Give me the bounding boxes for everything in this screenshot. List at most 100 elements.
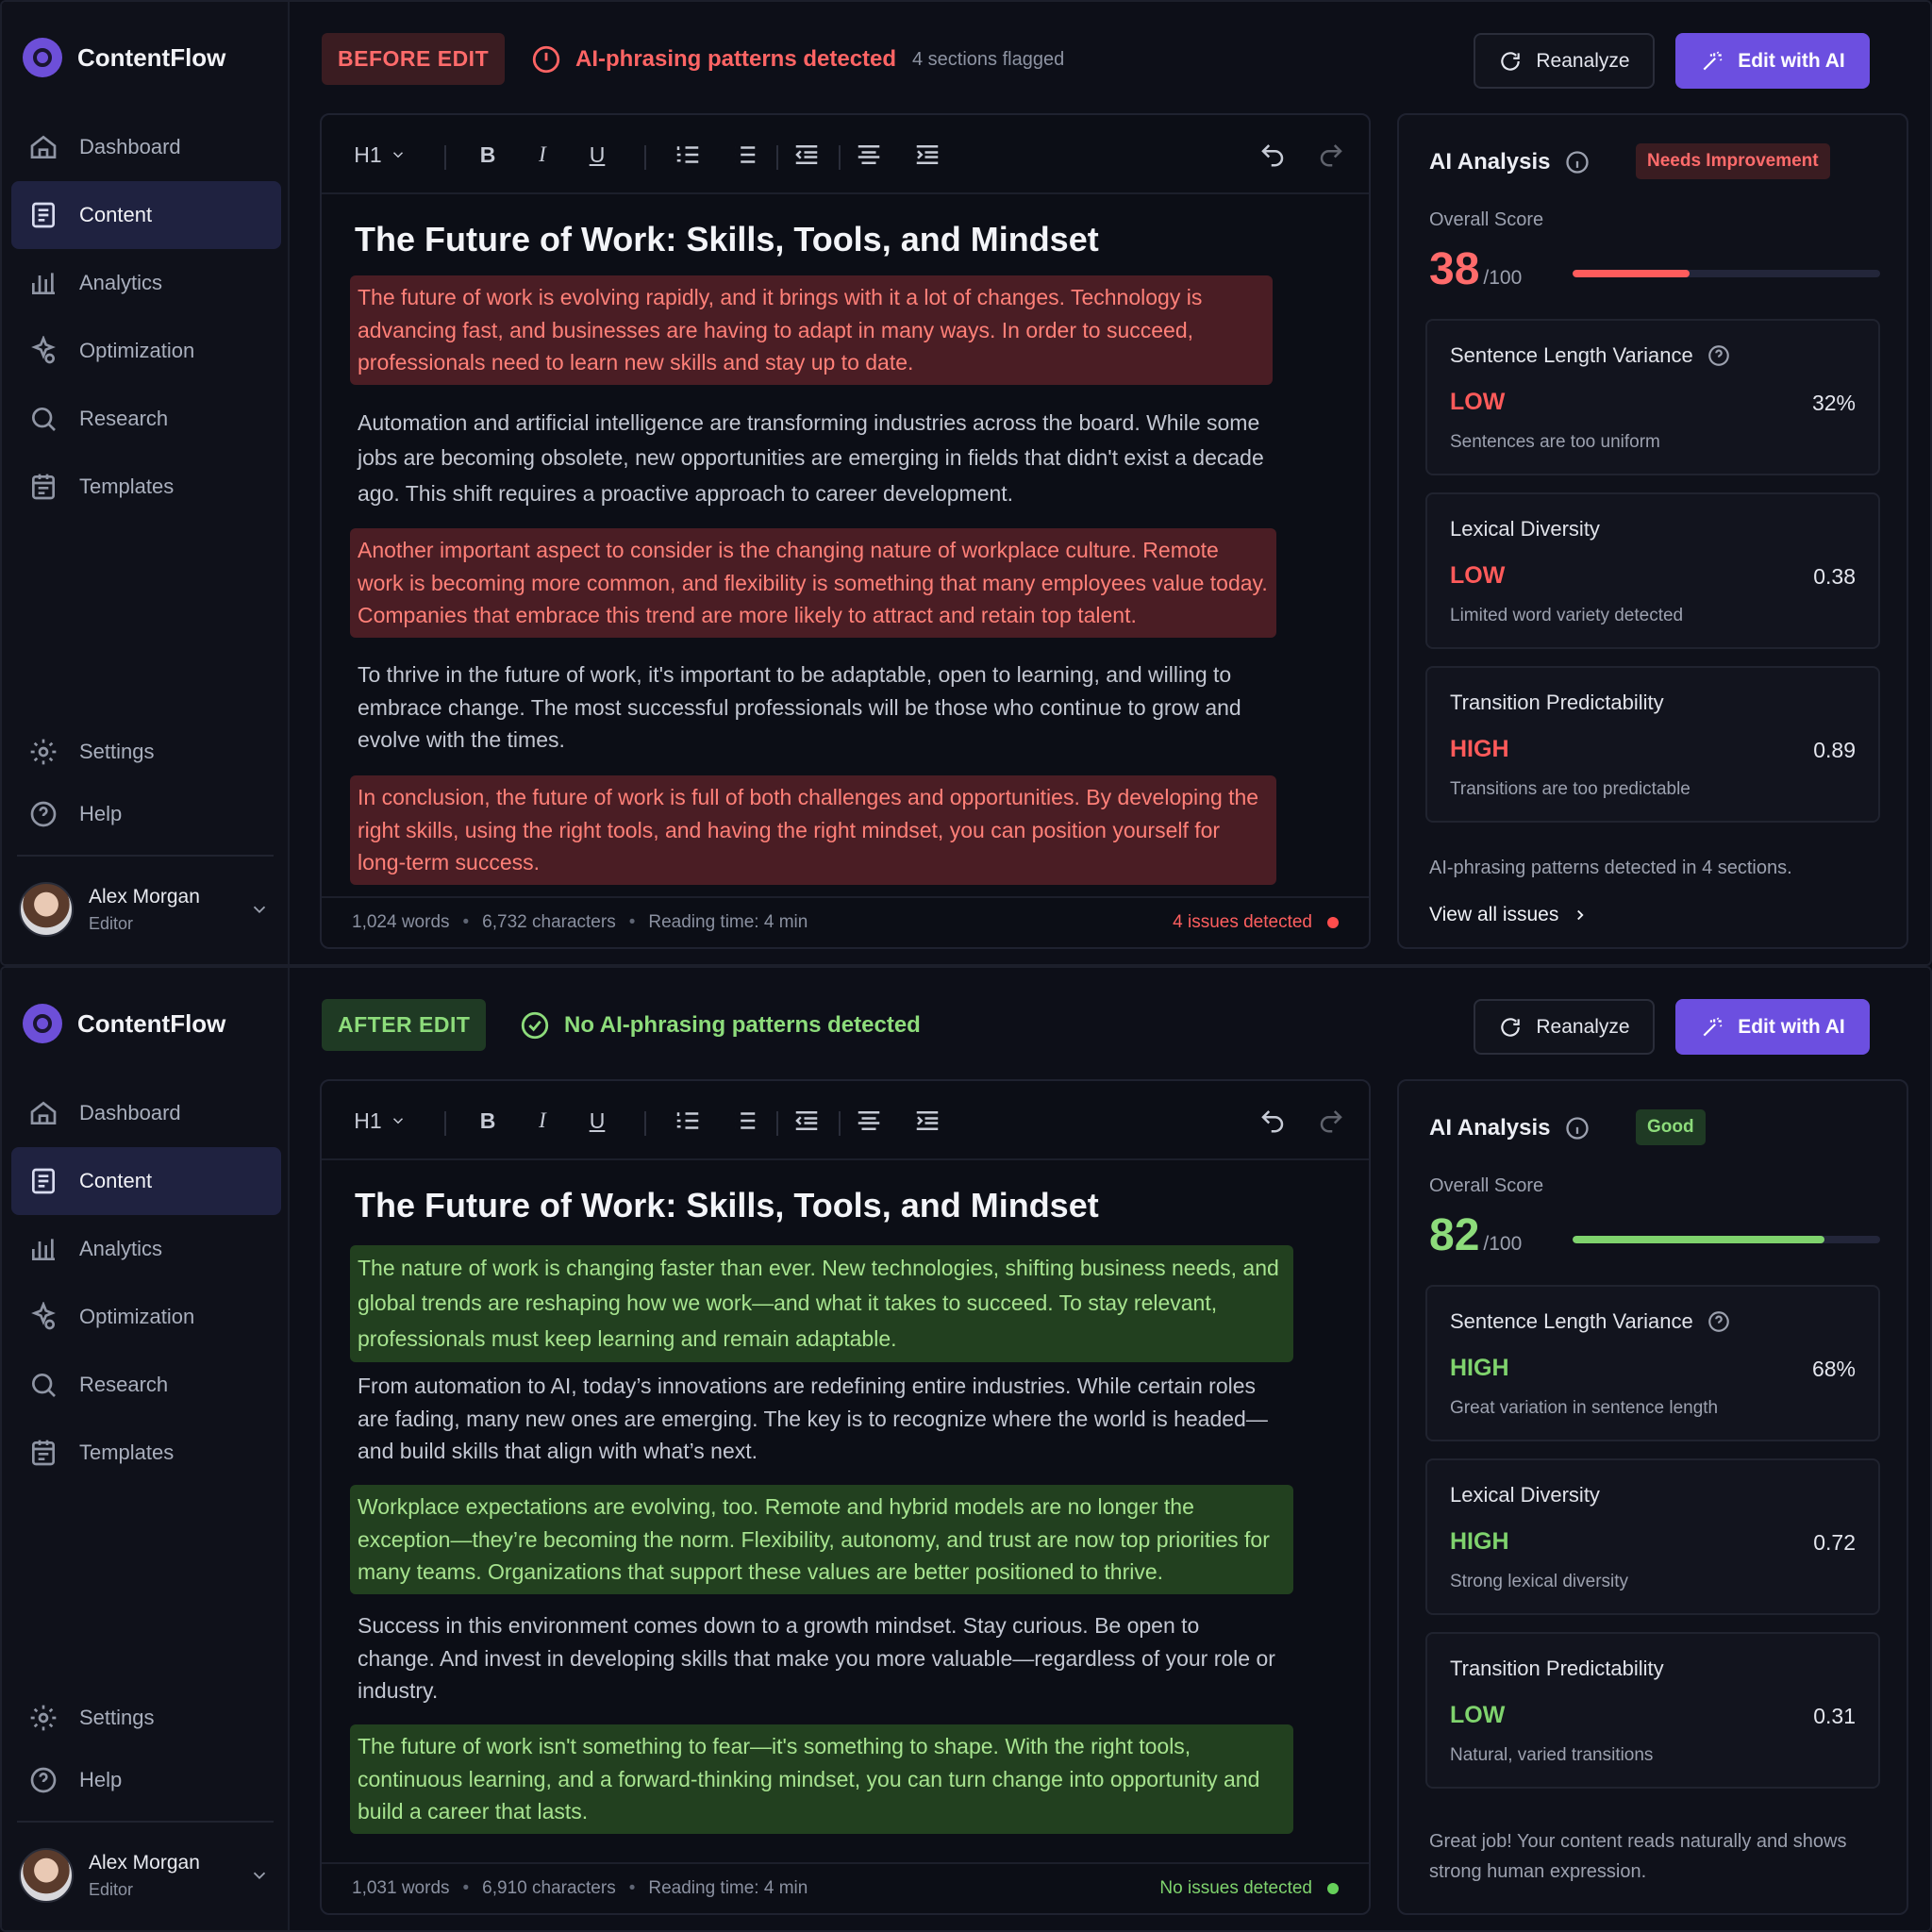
italic-button[interactable]: I bbox=[525, 138, 559, 172]
nav-item-templates[interactable]: Templates bbox=[11, 453, 281, 521]
word-count: 1,031 words bbox=[352, 1878, 450, 1898]
edit-with-ai-label: Edit with AI bbox=[1738, 49, 1845, 72]
nav-label: Help bbox=[79, 802, 123, 825]
align-center-icon bbox=[858, 1111, 880, 1130]
issues-indicator[interactable]: No issues detected bbox=[1159, 1878, 1339, 1899]
italic-button[interactable]: I bbox=[525, 1104, 559, 1138]
align-center-button[interactable] bbox=[852, 138, 886, 172]
align-left-button[interactable] bbox=[790, 1104, 824, 1138]
paragraph-highlighted[interactable]: The nature of work is changing faster th… bbox=[350, 1245, 1293, 1362]
status-text: AI-phrasing patterns detected bbox=[575, 46, 897, 72]
reanalyze-button[interactable]: Reanalyze bbox=[1474, 33, 1655, 89]
redo-button[interactable] bbox=[1314, 138, 1348, 172]
nav-item-help[interactable]: Help bbox=[11, 1749, 281, 1811]
chevron-down-icon bbox=[392, 1118, 403, 1124]
nav-item-content[interactable]: Content bbox=[11, 1147, 281, 1215]
heading-select[interactable]: H1 bbox=[352, 138, 408, 172]
brand-name: ContentFlow bbox=[77, 1008, 226, 1038]
bold-button[interactable]: B bbox=[471, 1104, 505, 1138]
document-title[interactable]: The Future of Work: Skills, Tools, and M… bbox=[355, 1186, 1099, 1225]
user-role: Editor bbox=[89, 1879, 134, 1899]
user-menu[interactable]: Alex Morgan Editor bbox=[19, 879, 270, 940]
nav-item-settings[interactable]: Settings bbox=[11, 1687, 281, 1749]
numbered-list-button[interactable] bbox=[671, 1104, 705, 1138]
paragraph[interactable]: Automation and artificial intelligence a… bbox=[350, 400, 1293, 517]
metric-name-text: Sentence Length Variance bbox=[1450, 343, 1693, 367]
numbered-list-button[interactable] bbox=[671, 138, 705, 172]
help-icon[interactable] bbox=[1707, 1309, 1731, 1334]
nav-item-settings[interactable]: Settings bbox=[11, 721, 281, 783]
paragraph[interactable]: Success in this environment comes down t… bbox=[350, 1604, 1284, 1713]
metric-level: HIGH bbox=[1450, 1528, 1509, 1555]
analysis-note: AI-phrasing patterns detected in 4 secti… bbox=[1429, 858, 1792, 878]
nav-item-analytics[interactable]: Analytics bbox=[11, 249, 281, 317]
bullet-list-button[interactable] bbox=[727, 138, 761, 172]
metric-description: Transitions are too predictable bbox=[1450, 779, 1690, 799]
help-icon bbox=[30, 801, 57, 827]
redo-button[interactable] bbox=[1314, 1104, 1348, 1138]
editor-footer: 1,031 words • 6,910 characters • Reading… bbox=[322, 1862, 1369, 1913]
paragraph-highlighted[interactable]: The future of work isn't something to fe… bbox=[350, 1724, 1293, 1834]
edit-with-ai-button[interactable]: Edit with AI bbox=[1675, 999, 1870, 1055]
edit-with-ai-button[interactable]: Edit with AI bbox=[1675, 33, 1870, 89]
user-menu[interactable]: Alex Morgan Editor bbox=[19, 1845, 270, 1906]
indent-icon bbox=[916, 145, 939, 164]
align-center-button[interactable] bbox=[852, 1104, 886, 1138]
nav-label: Content bbox=[79, 1169, 153, 1192]
paragraph-flagged[interactable]: Another important aspect to consider is … bbox=[350, 528, 1276, 638]
score-bar bbox=[1573, 270, 1880, 277]
paragraph[interactable]: From automation to AI, today’s innovatio… bbox=[350, 1364, 1284, 1474]
undo-button[interactable] bbox=[1256, 1104, 1290, 1138]
nav-item-research[interactable]: Research bbox=[11, 1351, 281, 1419]
paragraph-highlighted[interactable]: Workplace expectations are evolving, too… bbox=[350, 1485, 1293, 1594]
gear-icon bbox=[30, 739, 57, 765]
nav-item-analytics[interactable]: Analytics bbox=[11, 1215, 281, 1283]
bold-button[interactable]: B bbox=[471, 138, 505, 172]
user-name: Alex Morgan bbox=[89, 885, 200, 908]
nav-item-optimization[interactable]: Optimization bbox=[11, 317, 281, 385]
bullet-list-button[interactable] bbox=[727, 1104, 761, 1138]
numbered-list-icon bbox=[676, 146, 699, 163]
paragraph-flagged[interactable]: In conclusion, the future of work is ful… bbox=[350, 775, 1276, 885]
paragraph[interactable]: To thrive in the future of work, it's im… bbox=[350, 653, 1284, 762]
indent-button[interactable] bbox=[910, 138, 944, 172]
outdent-icon bbox=[795, 145, 818, 164]
outdent-icon bbox=[795, 1111, 818, 1130]
view-all-issues-link[interactable]: View all issues bbox=[1429, 904, 1589, 926]
undo-button[interactable] bbox=[1256, 138, 1290, 172]
nav-item-content[interactable]: Content bbox=[11, 181, 281, 249]
nav-item-research[interactable]: Research bbox=[11, 385, 281, 453]
nav-item-templates[interactable]: Templates bbox=[11, 1419, 281, 1487]
metric-description: Great variation in sentence length bbox=[1450, 1398, 1719, 1418]
paragraph-flagged[interactable]: The future of work is evolving rapidly, … bbox=[350, 275, 1273, 385]
reanalyze-button[interactable]: Reanalyze bbox=[1474, 999, 1655, 1055]
toolbar-divider bbox=[444, 1111, 446, 1136]
brand[interactable]: ContentFlow bbox=[23, 38, 225, 77]
metric-level: LOW bbox=[1450, 389, 1506, 415]
word-count: 1,024 words bbox=[352, 912, 450, 932]
info-icon[interactable] bbox=[1564, 1115, 1591, 1141]
indent-button[interactable] bbox=[910, 1104, 944, 1138]
nav-item-dashboard[interactable]: Dashboard bbox=[11, 113, 281, 181]
underline-button[interactable]: U bbox=[580, 1104, 614, 1138]
editor: H1 B I U The Future of Work: Skills, Too… bbox=[320, 1079, 1371, 1915]
nav-item-optimization[interactable]: Optimization bbox=[11, 1283, 281, 1351]
heading-select[interactable]: H1 bbox=[352, 1104, 408, 1138]
ai-analysis-panel: AI Analysis Good Overall Score 82 /100 S… bbox=[1397, 1079, 1908, 1915]
analysis-title: AI Analysis bbox=[1429, 1115, 1551, 1141]
score-value: 82 bbox=[1429, 1210, 1480, 1260]
brand[interactable]: ContentFlow bbox=[23, 1004, 225, 1043]
score-label: Overall Score bbox=[1429, 209, 1544, 230]
nav-label: Research bbox=[79, 407, 169, 430]
align-left-button[interactable] bbox=[790, 138, 824, 172]
nav-item-help[interactable]: Help bbox=[11, 783, 281, 845]
undo-icon bbox=[1261, 144, 1284, 167]
nav-item-dashboard[interactable]: Dashboard bbox=[11, 1079, 281, 1147]
help-icon[interactable] bbox=[1707, 343, 1731, 368]
info-icon[interactable] bbox=[1564, 149, 1591, 175]
metric-name: Sentence Length Variance bbox=[1450, 343, 1731, 368]
document-title[interactable]: The Future of Work: Skills, Tools, and M… bbox=[355, 220, 1099, 259]
nav-label: Templates bbox=[79, 475, 175, 498]
issues-indicator[interactable]: 4 issues detected bbox=[1173, 912, 1339, 933]
underline-button[interactable]: U bbox=[580, 138, 614, 172]
